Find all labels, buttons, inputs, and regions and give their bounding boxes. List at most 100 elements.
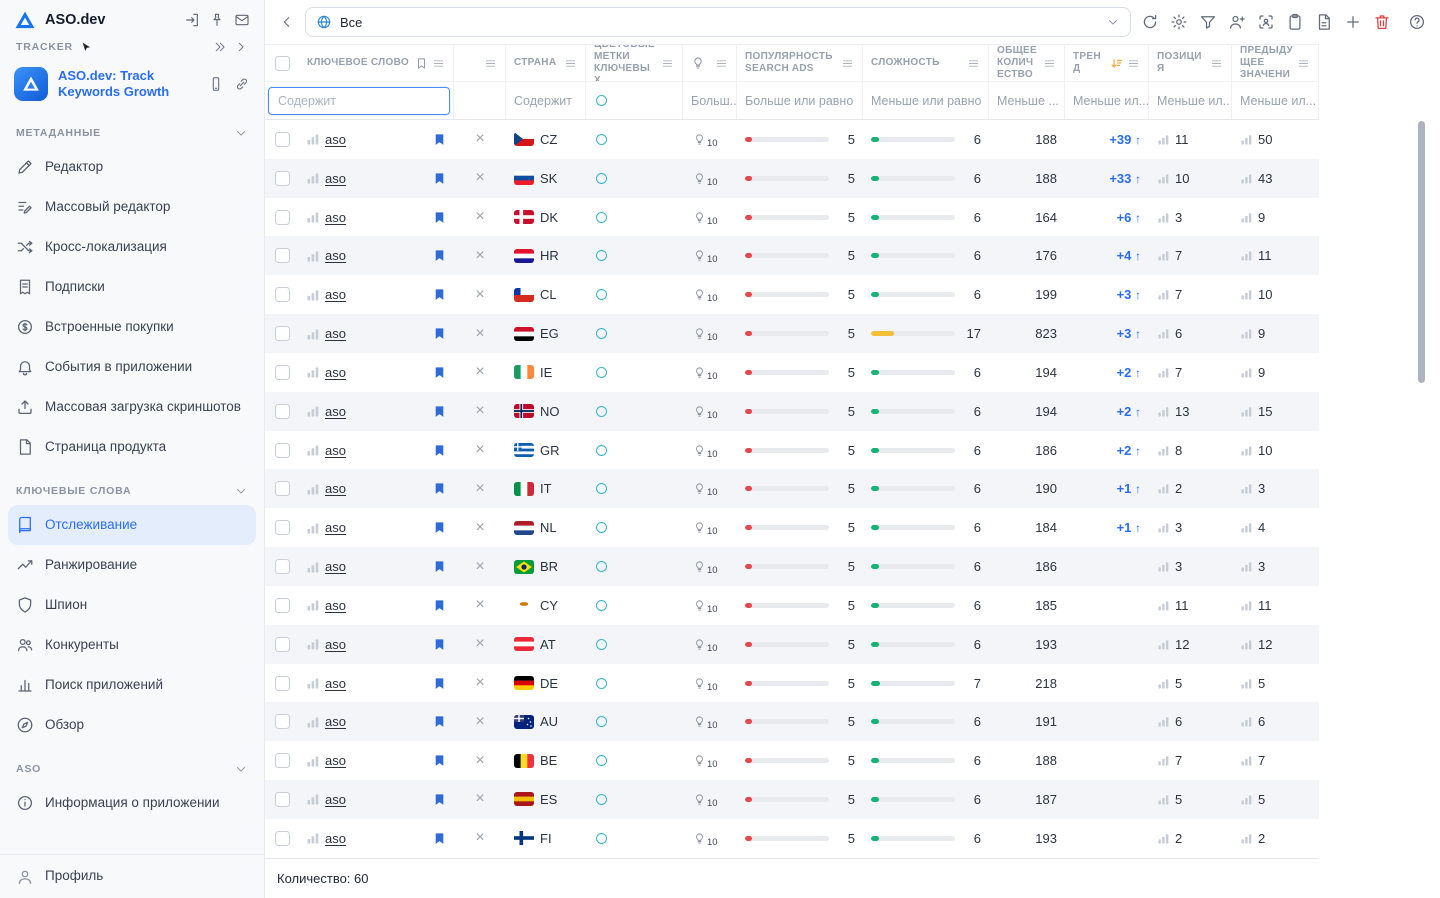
filter-operator[interactable]: Меньше ил... <box>1157 94 1232 108</box>
bookmark-icon[interactable] <box>433 753 446 768</box>
sidebar-item[interactable]: Страница продукта <box>8 427 256 467</box>
color-label-icon[interactable] <box>596 639 607 650</box>
bulb-icon[interactable] <box>693 599 706 612</box>
bookmark-icon[interactable] <box>433 714 446 729</box>
filter-country[interactable]: Содержит <box>506 82 586 119</box>
bookmark-icon[interactable] <box>433 365 446 380</box>
table-row[interactable]: aso×IE1056194+2 ↑79 <box>265 353 1319 392</box>
sidebar-item[interactable]: Шпион <box>8 585 256 625</box>
row-checkbox[interactable] <box>275 753 290 768</box>
bookmark-icon[interactable] <box>433 792 446 807</box>
row-checkbox[interactable] <box>275 676 290 691</box>
bookmark-icon[interactable] <box>433 287 446 302</box>
keyword-link[interactable]: aso <box>325 637 346 652</box>
remove-keyword-button[interactable]: × <box>475 131 484 147</box>
scan-icon[interactable] <box>1257 13 1275 31</box>
bulb-icon[interactable] <box>693 754 706 767</box>
color-label-icon[interactable] <box>596 833 607 844</box>
row-checkbox[interactable] <box>275 132 290 147</box>
row-checkbox[interactable] <box>275 171 290 186</box>
bulb-icon[interactable] <box>693 715 706 728</box>
row-checkbox[interactable] <box>275 248 290 263</box>
bulb-icon[interactable] <box>693 560 706 573</box>
sidebar-item[interactable]: События в приложении <box>8 347 256 387</box>
row-checkbox[interactable] <box>275 326 290 341</box>
bulb-icon[interactable] <box>693 793 706 806</box>
row-checkbox[interactable] <box>275 443 290 458</box>
collapse-sidebar-icon[interactable] <box>213 40 227 54</box>
table-row[interactable]: aso×AU105619166 <box>265 702 1319 741</box>
bookmark-icon[interactable] <box>433 637 446 652</box>
bulb-icon[interactable] <box>693 172 706 185</box>
sidebar-item[interactable]: Конкуренты <box>8 625 256 665</box>
bulb-icon[interactable] <box>693 638 706 651</box>
sidebar-section-header[interactable]: КЛЮЧЕВЫЕ СЛОВА <box>8 477 256 505</box>
phone-icon[interactable] <box>208 76 224 92</box>
clipboard-icon[interactable] <box>1286 13 1304 31</box>
remove-keyword-button[interactable]: × <box>475 442 484 458</box>
scrollbar-thumb[interactable] <box>1418 121 1425 383</box>
bulb-icon[interactable] <box>693 249 706 262</box>
column-header-remove[interactable] <box>454 45 506 81</box>
row-checkbox[interactable] <box>275 404 290 419</box>
sidebar-item[interactable]: Редактор <box>8 147 256 187</box>
sidebar-item[interactable]: Обзор <box>8 705 256 745</box>
remove-keyword-button[interactable]: × <box>475 830 484 846</box>
column-menu-icon[interactable] <box>432 57 445 70</box>
remove-keyword-button[interactable]: × <box>475 170 484 186</box>
bulb-icon[interactable] <box>693 327 706 340</box>
bulb-icon[interactable] <box>693 482 706 495</box>
color-label-icon[interactable] <box>596 716 607 727</box>
add-icon[interactable] <box>1344 13 1362 31</box>
bookmark-icon[interactable] <box>433 520 446 535</box>
color-filter-icon[interactable] <box>596 95 607 106</box>
keyword-link[interactable]: aso <box>325 559 346 574</box>
column-header-country[interactable]: СТРАНА <box>506 45 586 81</box>
table-row[interactable]: aso×HR1056176+4 ↑711 <box>265 236 1319 275</box>
table-row[interactable]: aso×BR105618633 <box>265 547 1319 586</box>
table-row[interactable]: aso×DE105721855 <box>265 664 1319 703</box>
keyword-link[interactable]: aso <box>325 481 346 496</box>
sidebar-item[interactable]: Встроенные покупки <box>8 307 256 347</box>
bulb-icon[interactable] <box>693 211 706 224</box>
table-row[interactable]: aso×EG10517823+3 ↑69 <box>265 314 1319 353</box>
column-menu-icon[interactable] <box>1043 57 1056 70</box>
mail-icon[interactable] <box>234 12 250 28</box>
filter-operator[interactable]: Меньше ил... <box>1073 94 1149 108</box>
chevron-down-icon[interactable] <box>234 484 248 498</box>
bookmark-icon[interactable] <box>433 443 446 458</box>
bulb-icon[interactable] <box>693 832 706 845</box>
sign-out-icon[interactable] <box>184 12 200 28</box>
column-menu-icon[interactable] <box>967 57 980 70</box>
keyword-link[interactable]: aso <box>325 792 346 807</box>
filter-difficulty[interactable]: Меньше или равно <box>863 82 989 119</box>
keyword-link[interactable]: aso <box>325 676 346 691</box>
column-header-position[interactable]: ПОЗИЦИЯ <box>1149 45 1232 81</box>
table-row[interactable]: aso×BE105618877 <box>265 741 1319 780</box>
column-menu-icon[interactable] <box>841 57 854 70</box>
keyword-link[interactable]: aso <box>325 248 346 263</box>
row-checkbox[interactable] <box>275 792 290 807</box>
keyword-link[interactable]: aso <box>325 598 346 613</box>
column-menu-icon[interactable] <box>484 57 497 70</box>
sidebar-section-header[interactable]: ASO <box>8 755 256 783</box>
table-row[interactable]: aso×AT10561931212 <box>265 625 1319 664</box>
filter-previous[interactable]: Меньше ил... <box>1232 82 1319 119</box>
app-card[interactable]: ASO.dev: Track Keywords Growth <box>0 57 264 107</box>
row-checkbox[interactable] <box>275 598 290 613</box>
remove-keyword-button[interactable]: × <box>475 209 484 225</box>
color-label-icon[interactable] <box>596 250 607 261</box>
keyword-link[interactable]: aso <box>325 520 346 535</box>
column-menu-icon[interactable] <box>1210 57 1223 70</box>
expand-icon[interactable] <box>234 40 248 54</box>
filter-trend[interactable]: Меньше ил... <box>1065 82 1149 119</box>
filter-total[interactable]: Меньше ... <box>989 82 1065 119</box>
bookmark-icon[interactable] <box>433 481 446 496</box>
sidebar-item[interactable]: Отслеживание <box>8 505 256 545</box>
column-menu-icon[interactable] <box>715 57 728 70</box>
keyword-link[interactable]: aso <box>325 365 346 380</box>
filter-popularity[interactable]: Больше или равно <box>737 82 863 119</box>
scope-select[interactable]: Все <box>305 7 1131 37</box>
filter-operator[interactable]: Больш... <box>691 94 737 108</box>
chevron-down-icon[interactable] <box>234 126 248 140</box>
